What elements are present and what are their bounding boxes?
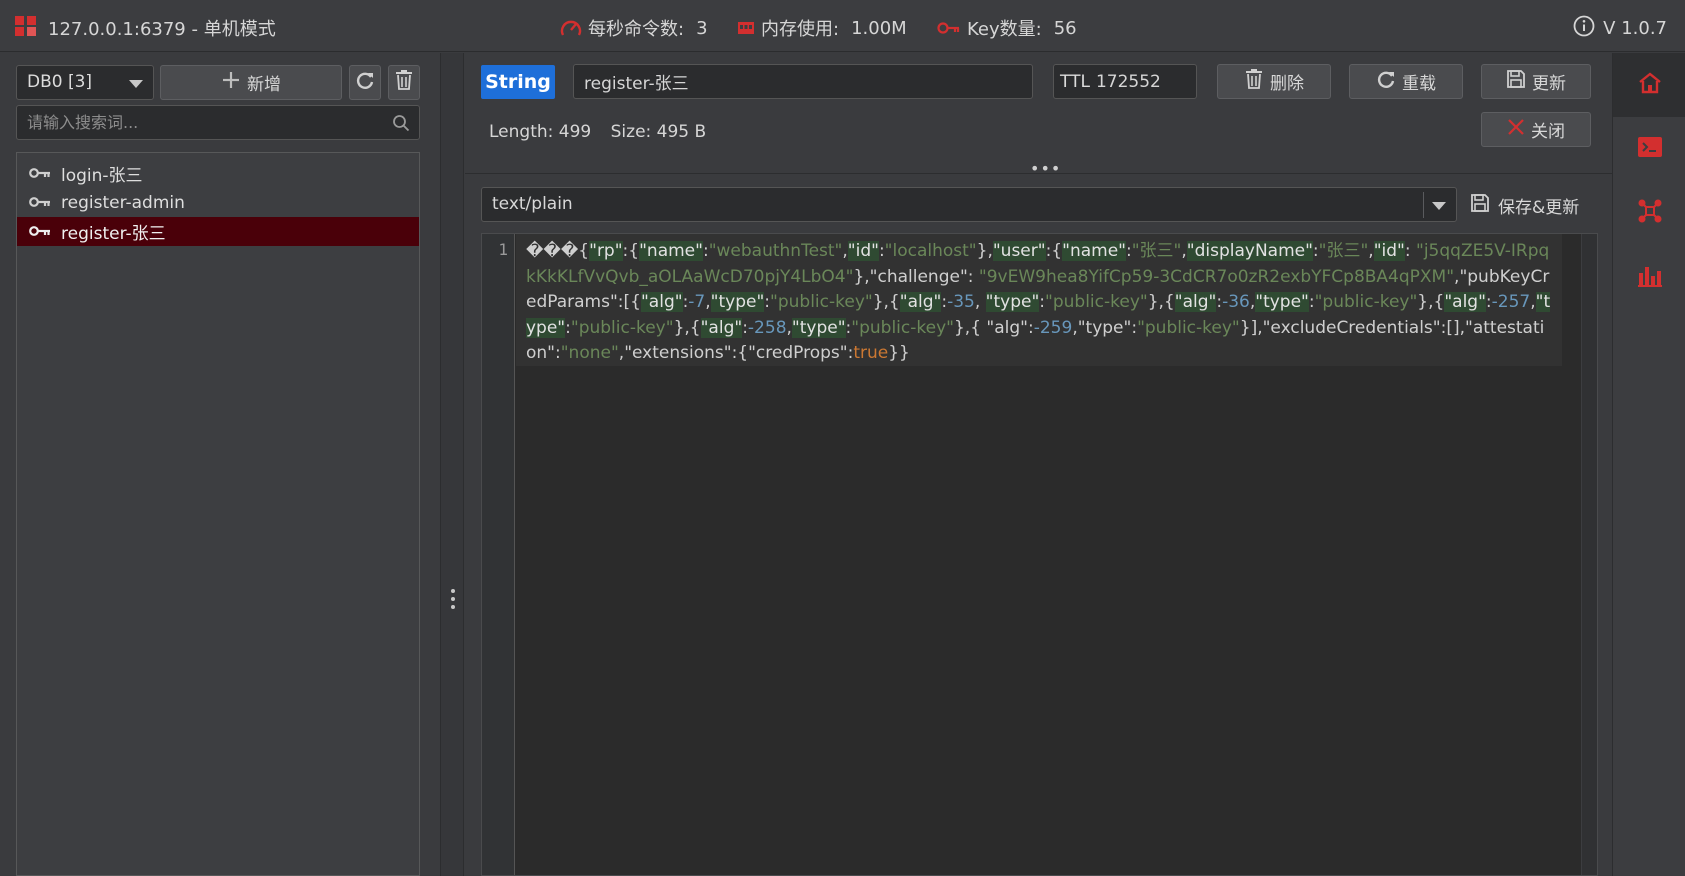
memory-stat: 内存使用: 1.00M (737, 15, 907, 41)
format-select-value: text/plain (492, 194, 573, 214)
memory-value: 1.00M (851, 17, 907, 39)
terminal-icon (1637, 136, 1663, 163)
app-logo-icon (15, 16, 37, 36)
version-info[interactable]: V 1.0.7 (1573, 15, 1667, 42)
save-icon (1506, 69, 1526, 94)
ops-stat: 每秒命令数: 3 (560, 15, 708, 41)
gauge-icon (560, 18, 582, 38)
refresh-icon (355, 70, 375, 95)
add-key-label: 新增 (247, 75, 281, 95)
cluster-icon (1637, 198, 1663, 229)
length-text: Length: 499 (489, 122, 592, 142)
bar-chart-icon (1637, 263, 1663, 292)
divider (465, 173, 1612, 174)
key-list: login-张三 register-admin register-张三 (16, 152, 420, 876)
trash-icon (394, 69, 414, 96)
key-browser-panel: DB0 [3] 新增 login-张三 (0, 53, 440, 876)
code-line[interactable]: ���{"rp":{"name":"webauthnTest","id":"lo… (516, 234, 1562, 366)
delete-key-label: 删除 (1270, 74, 1304, 94)
save-update-button[interactable]: 保存&更新 (1470, 193, 1579, 218)
nav-stats[interactable] (1613, 245, 1685, 309)
trash-icon (1244, 68, 1264, 95)
home-icon (1637, 71, 1663, 100)
key-list-item-label: register-张三 (61, 224, 166, 244)
database-select[interactable]: DB0 [3] (16, 65, 154, 100)
line-gutter: 1 (482, 234, 515, 875)
drag-handle-icon[interactable] (451, 589, 455, 613)
ttl-label: TTL (1060, 71, 1090, 92)
divider (1423, 192, 1424, 218)
key-list-item[interactable]: login-张三 (17, 159, 419, 188)
memory-icon (737, 19, 755, 37)
refresh-keys-button[interactable] (349, 65, 381, 100)
keys-label: Key数量: (967, 19, 1042, 40)
ops-value: 3 (696, 17, 708, 39)
chevron-down-icon (129, 80, 143, 88)
ops-label: 每秒命令数: (588, 19, 685, 40)
save-update-label: 保存&更新 (1498, 198, 1580, 218)
panel-splitter[interactable] (440, 53, 464, 876)
chevron-down-icon (1432, 202, 1446, 210)
reload-label: 重载 (1402, 74, 1436, 94)
ttl-field: TTL (1053, 64, 1197, 99)
add-key-button[interactable]: 新增 (160, 65, 342, 100)
format-select[interactable]: text/plain (481, 187, 1457, 222)
connection-title: 127.0.0.1:6379 - 单机模式 (48, 19, 276, 40)
close-icon (1507, 118, 1525, 141)
editor-scrollbar[interactable] (1581, 234, 1597, 875)
keys-stat: Key数量: 56 (937, 15, 1077, 41)
key-list-item[interactable]: register-admin (17, 188, 419, 217)
right-nav-bar (1612, 53, 1685, 876)
nav-home[interactable] (1613, 53, 1685, 117)
update-button[interactable]: 更新 (1481, 64, 1591, 99)
key-icon (29, 164, 51, 184)
key-list-item-label: register-admin (61, 192, 185, 213)
key-type-badge: String (481, 65, 555, 99)
update-label: 更新 (1532, 74, 1566, 94)
save-icon (1470, 193, 1490, 218)
value-editor[interactable]: 1 ���{"rp":{"name":"webauthnTest","id":"… (481, 233, 1598, 876)
reload-button[interactable]: 重载 (1349, 64, 1463, 99)
keys-value: 56 (1053, 17, 1077, 39)
size-text: Size: 495 B (610, 122, 707, 142)
search-box (16, 105, 420, 140)
key-icon (29, 193, 51, 213)
ttl-input[interactable] (1095, 71, 1186, 92)
search-input[interactable] (17, 106, 419, 139)
close-button[interactable]: 关闭 (1481, 112, 1591, 147)
delete-key-button[interactable]: 删除 (1217, 64, 1331, 99)
title-bar: 127.0.0.1:6379 - 单机模式 每秒命令数: 3 内存使用: 1.0… (0, 0, 1685, 52)
line-number: 1 (498, 240, 508, 259)
delete-keys-button[interactable] (388, 65, 420, 100)
memory-label: 内存使用: (761, 19, 840, 40)
more-icon[interactable]: ••• (1030, 159, 1061, 178)
plus-icon (221, 70, 241, 95)
nav-terminal[interactable] (1613, 117, 1685, 181)
nav-cluster[interactable] (1613, 181, 1685, 245)
close-label: 关闭 (1531, 122, 1565, 142)
key-list-item-selected[interactable]: register-张三 (17, 217, 419, 246)
key-name-input[interactable] (573, 64, 1033, 99)
info-icon (1573, 15, 1595, 42)
version-label: V 1.0.7 (1603, 18, 1667, 39)
key-detail-panel: String TTL 删除 重载 更新 关闭 Length: 499 Size:… (465, 53, 1612, 876)
search-icon[interactable] (392, 114, 410, 137)
database-select-value: DB0 [3] (27, 72, 93, 92)
refresh-icon (1376, 69, 1396, 94)
key-icon (29, 222, 51, 242)
key-icon (937, 21, 961, 35)
key-list-item-label: login-张三 (61, 166, 143, 186)
value-meta: Length: 499 Size: 495 B (489, 122, 720, 142)
